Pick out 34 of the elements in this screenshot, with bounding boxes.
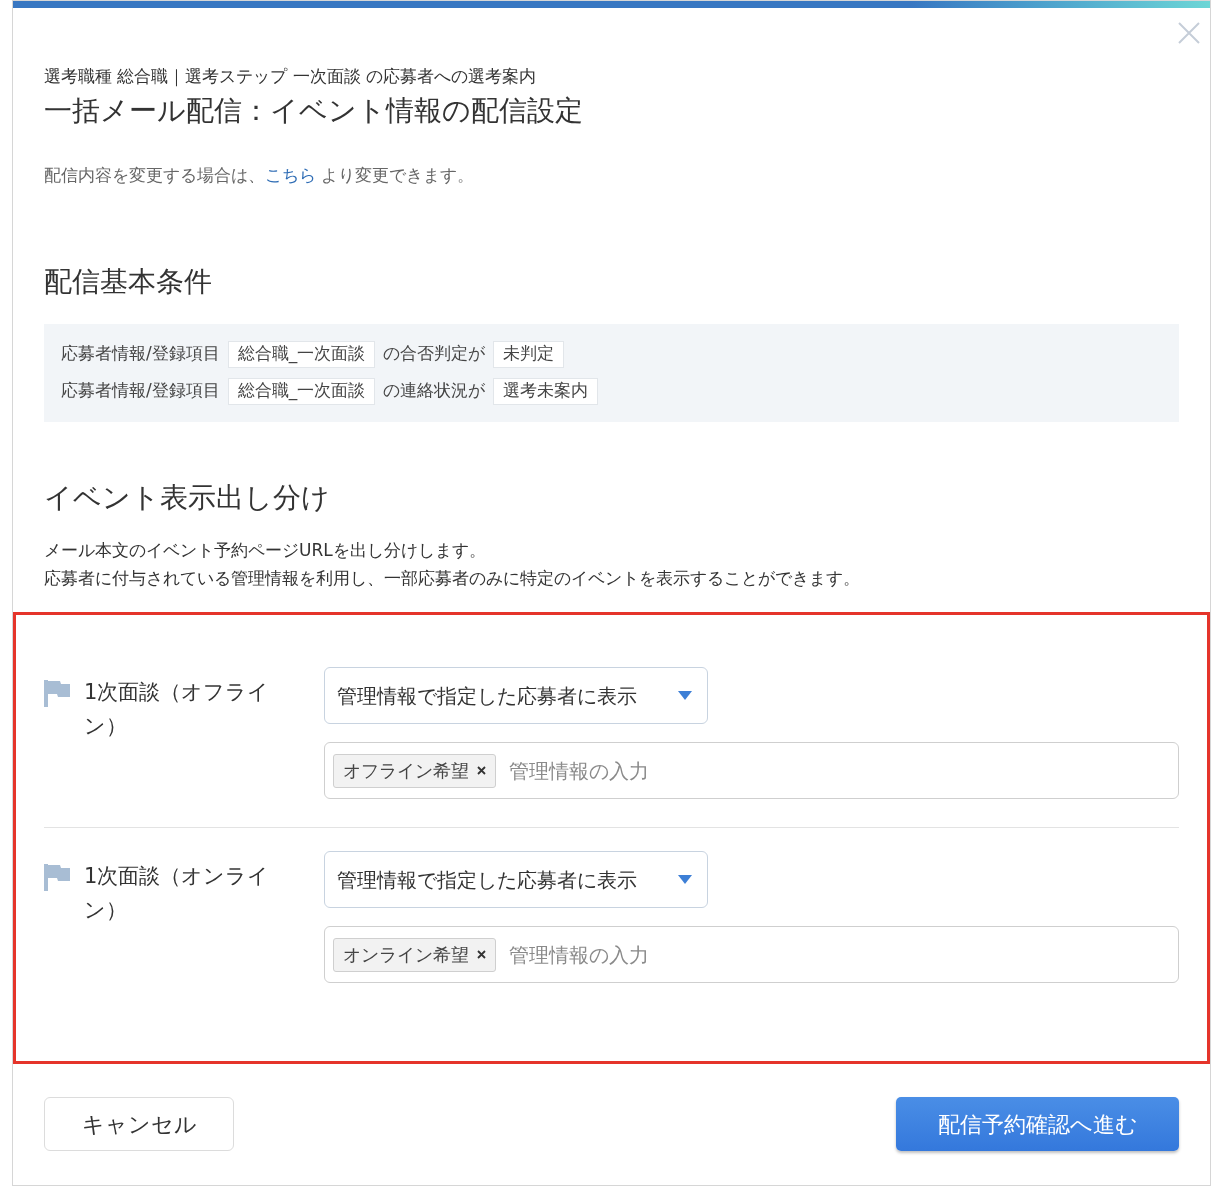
tag-label: オフライン希望 <box>343 759 469 783</box>
tags-field[interactable]: オンライン希望 管理情報の入力 <box>324 926 1179 983</box>
display-select[interactable]: 管理情報で指定した応募者に表示 <box>324 851 708 908</box>
change-link[interactable]: こちら <box>265 165 316 185</box>
flag-icon <box>44 680 70 707</box>
tags-field[interactable]: オフライン希望 管理情報の入力 <box>324 742 1179 799</box>
caret-icon <box>678 691 692 700</box>
section-heading: 配信基本条件 <box>44 264 213 300</box>
note-text: 配信内容を変更する場合は、こちら より変更できます。 <box>44 164 475 187</box>
condition-value: 選考未案内 <box>493 377 599 405</box>
condition-relation: の連絡状況が <box>383 379 486 403</box>
condition-source: 応募者情報/登録項目 <box>61 379 220 403</box>
caret-icon <box>678 875 692 884</box>
dialog-title: 一括メール配信：イベント情報の配信設定 <box>44 93 584 129</box>
dialog-subtitle: 選考職種 総合職｜選考ステップ 一次面談 の応募者への選考案内 <box>44 65 538 87</box>
proceed-button[interactable]: 配信予約確認へ進む <box>896 1097 1179 1151</box>
display-select[interactable]: 管理情報で指定した応募者に表示 <box>324 667 708 724</box>
management-info-input[interactable]: 管理情報の入力 <box>509 753 1178 788</box>
remove-icon[interactable] <box>477 950 486 959</box>
condition-relation: の合否判定が <box>383 342 486 366</box>
section-heading: イベント表示出し分け <box>44 480 331 516</box>
condition-item: 総合職_一次面談 <box>227 377 376 405</box>
event-name: 1次面談（オンライン） <box>84 863 271 924</box>
tag-label: オンライン希望 <box>343 943 469 967</box>
condition-value: 未判定 <box>493 340 565 368</box>
remove-icon[interactable] <box>477 766 486 775</box>
flag-icon <box>44 864 70 891</box>
description-text: メール本文のイベント予約ページURLを出し分けします。 <box>44 539 487 562</box>
description-text: 応募者に付与されている管理情報を利用し、一部応募者のみに特定のイベントを表示することができます。 <box>44 567 861 590</box>
event-name: 1次面談（オフライン） <box>84 679 271 740</box>
management-info-input[interactable]: 管理情報の入力 <box>509 937 1178 972</box>
cancel-button[interactable]: キャンセル <box>44 1097 234 1151</box>
condition-source: 応募者情報/登録項目 <box>61 342 220 366</box>
condition-item: 総合職_一次面談 <box>227 340 376 368</box>
